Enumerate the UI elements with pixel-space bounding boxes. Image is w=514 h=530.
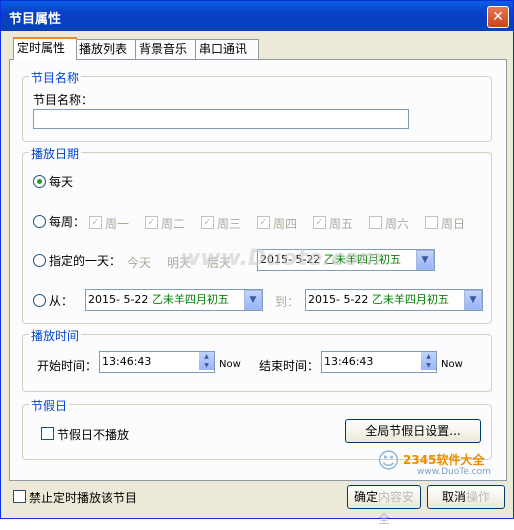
cancel-label: 取消 xyxy=(441,490,466,504)
weekday-label-4: 周四 xyxy=(273,217,298,231)
weekday-label-1: 周一 xyxy=(105,217,130,231)
tab-panel: 节目名称 节目名称： 播放日期 每天 每周： ✓ 周一 ✓ 周二 ✓ 周三 ✓ … xyxy=(9,59,507,481)
weekday-checkbox-3[interactable]: ✓ xyxy=(201,216,214,229)
start-time-label: 开始时间： xyxy=(37,359,98,373)
holiday-no-play-checkbox[interactable] xyxy=(41,427,54,440)
chevron-down-icon[interactable]: ▼ xyxy=(244,290,262,310)
play-date-group: 播放日期 每天 每周： ✓ 周一 ✓ 周二 ✓ 周三 ✓ 周四 ✓ 周五 周六 … xyxy=(22,145,492,324)
tab-playlist[interactable]: 播放列表 xyxy=(75,39,139,59)
logo-icon: ☺ xyxy=(377,449,400,474)
weekly-label: 每周： xyxy=(49,215,86,229)
close-button[interactable]: ✕ xyxy=(487,6,509,28)
weekday-label-2: 周二 xyxy=(161,217,186,231)
specific-day-radio[interactable] xyxy=(33,254,46,267)
end-time-value: 13:46:43 xyxy=(324,355,374,368)
program-name-group: 节目名称 节目名称： xyxy=(22,69,492,142)
weekday-label-5: 周五 xyxy=(329,217,354,231)
watermark-logo: ☺ 2345软件大全 www.DuoTe.com xyxy=(377,447,507,483)
watermark-text: 内容安全 xyxy=(377,490,415,526)
global-holiday-settings-button[interactable]: 全局节假日设置... xyxy=(345,419,481,443)
from-date-picker[interactable]: 2015- 5-22 乙未羊四月初五 ▼ xyxy=(85,289,263,311)
weekday-label-7: 周日 xyxy=(441,217,466,231)
weekday-checkbox-4[interactable]: ✓ xyxy=(257,216,270,229)
start-now-link[interactable]: Now xyxy=(219,359,241,370)
tab-serial[interactable]: 串口通讯 xyxy=(195,39,259,59)
today-link[interactable]: 今天 xyxy=(127,254,151,271)
disable-schedule-label: 禁止定时播放该节目 xyxy=(29,491,138,505)
ok-button[interactable]: 确定内容安全 xyxy=(347,485,421,526)
ok-label: 确定 xyxy=(353,490,378,504)
chevron-down-icon[interactable]: ▼ xyxy=(464,290,482,310)
tab-schedule[interactable]: 定时属性 xyxy=(13,37,77,60)
start-time-spinner[interactable]: ▲ ▼ xyxy=(199,352,214,370)
everyday-label: 每天 xyxy=(49,175,74,189)
weekday-checkbox-7[interactable] xyxy=(425,216,438,229)
to-date-picker[interactable]: 2015- 5-22 乙未羊四月初五 ▼ xyxy=(305,289,483,311)
start-time-value: 13:46:43 xyxy=(102,355,152,368)
weekday-label-3: 周三 xyxy=(217,217,242,231)
weekday-label-6: 周六 xyxy=(385,217,410,231)
range-radio[interactable] xyxy=(33,294,46,307)
from-date-value: 2015- 5-22 xyxy=(88,293,149,306)
dialog-window: 节目属性 ✕ 定时属性 播放列表 背景音乐 串口通讯 节目名称 节目名称： 播放… xyxy=(0,0,514,526)
play-time-group-label: 播放时间 xyxy=(29,327,82,344)
specific-day-label: 指定的一天： xyxy=(49,254,122,268)
start-time-input[interactable]: 13:46:43 ▲ ▼ xyxy=(99,351,215,373)
weekday-checkbox-1[interactable]: ✓ xyxy=(89,216,102,229)
from-date-lunar: 乙未羊四月初五 xyxy=(151,293,229,306)
to-date-value: 2015- 5-22 xyxy=(308,293,369,306)
program-name-label: 节目名称： xyxy=(33,93,94,107)
play-date-group-label: 播放日期 xyxy=(29,145,82,162)
program-name-input[interactable] xyxy=(33,109,409,129)
tab-bgmusic[interactable]: 背景音乐 xyxy=(135,39,199,59)
chevron-down-icon[interactable]: ▼ xyxy=(416,250,434,270)
title-bar[interactable]: 节目属性 ✕ xyxy=(1,1,513,31)
end-now-link[interactable]: Now xyxy=(441,359,463,370)
weekly-radio[interactable] xyxy=(33,215,46,228)
watermark-site: www.Duote.com xyxy=(180,246,382,271)
to-label: 到： xyxy=(275,295,300,309)
program-name-group-label: 节目名称 xyxy=(29,69,82,86)
holiday-no-play-label: 节假日不播放 xyxy=(57,428,130,442)
end-time-label: 结束时间： xyxy=(259,359,320,373)
cancel-button[interactable]: 取消操作 xyxy=(427,485,505,509)
end-time-spinner[interactable]: ▲ ▼ xyxy=(421,352,436,370)
from-label: 从： xyxy=(49,294,74,308)
end-time-input[interactable]: 13:46:43 ▲ ▼ xyxy=(321,351,437,373)
holiday-group-label: 节假日 xyxy=(29,397,70,414)
everyday-radio[interactable] xyxy=(33,175,46,188)
weekday-checkbox-6[interactable] xyxy=(369,216,382,229)
weekday-checkbox-2[interactable]: ✓ xyxy=(145,216,158,229)
window-title: 节目属性 xyxy=(9,12,62,27)
watermark-brand: 2345软件大全 xyxy=(403,453,485,467)
disable-schedule-checkbox[interactable] xyxy=(13,490,26,503)
play-time-group: 播放时间 开始时间： 13:46:43 ▲ ▼ Now 结束时间： 13:46:4… xyxy=(22,327,492,392)
watermark-url: www.DuoTe.com xyxy=(417,467,491,477)
watermark-action: 操作 xyxy=(466,490,491,504)
weekday-checkbox-5[interactable]: ✓ xyxy=(313,216,326,229)
to-date-lunar: 乙未羊四月初五 xyxy=(371,293,449,306)
